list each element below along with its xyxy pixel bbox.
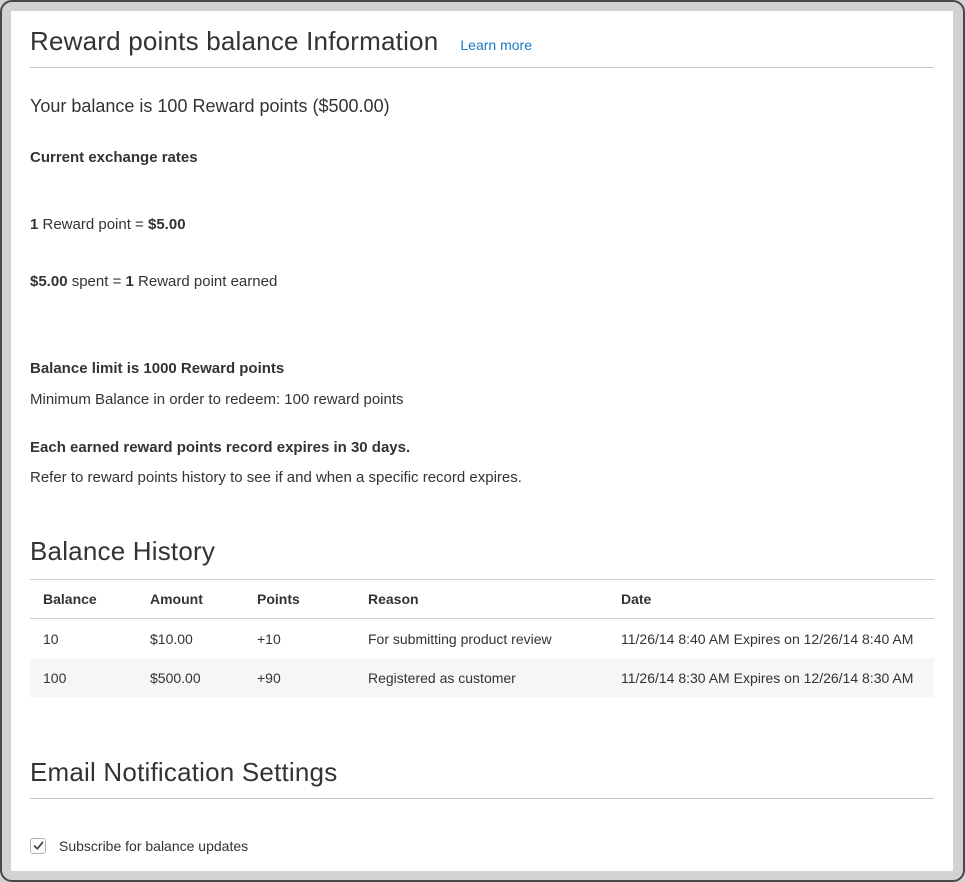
balance-updates-option: Subscribe for balance updates: [30, 838, 934, 854]
earn-rate-line: 1 Reward point = $5.00: [30, 215, 934, 234]
exchange-rates-heading: Current exchange rates: [30, 149, 934, 166]
cell-amount: $500.00: [137, 658, 244, 697]
balance-summary: Your balance is 100 Reward points ($500.…: [30, 96, 934, 117]
column-header-amount: Amount: [137, 580, 244, 619]
balance-history-title: Balance History: [30, 536, 934, 567]
expiration-note-text: Refer to reward points history to see if…: [30, 469, 934, 486]
balance-limit-text: Balance limit is 1000 Reward points: [30, 360, 934, 377]
table-row: 100 $500.00 +90 Registered as customer 1…: [30, 658, 934, 697]
page-header: Reward points balance Information Learn …: [30, 19, 934, 68]
check-icon: [33, 841, 44, 851]
balance-updates-label[interactable]: Subscribe for balance updates: [59, 838, 248, 854]
cell-reason: For submitting product review: [355, 619, 608, 659]
table-header-row: Balance Amount Points Reason Date: [30, 580, 934, 619]
column-header-reason: Reason: [355, 580, 608, 619]
learn-more-link[interactable]: Learn more: [460, 37, 532, 53]
cell-date: 11/26/14 8:30 AM Expires on 12/26/14 8:3…: [608, 658, 934, 697]
balance-updates-checkbox[interactable]: [30, 838, 46, 854]
column-header-date: Date: [608, 580, 934, 619]
cell-date: 11/26/14 8:40 AM Expires on 12/26/14 8:4…: [608, 619, 934, 659]
table-row: 10 $10.00 +10 For submitting product rev…: [30, 619, 934, 659]
column-header-points: Points: [244, 580, 355, 619]
cell-balance: 10: [30, 619, 137, 659]
expiration-text: Each earned reward points record expires…: [30, 439, 934, 456]
cell-points: +10: [244, 619, 355, 659]
cell-reason: Registered as customer: [355, 658, 608, 697]
reward-info-card: Reward points balance Information Learn …: [11, 11, 953, 871]
cell-amount: $10.00: [137, 619, 244, 659]
spend-rate-line: $5.00 spent = 1 Reward point earned: [30, 272, 934, 291]
balance-history-table: Balance Amount Points Reason Date 10 $10…: [30, 579, 934, 697]
cell-balance: 100: [30, 658, 137, 697]
email-settings-title: Email Notification Settings: [30, 757, 934, 799]
column-header-balance: Balance: [30, 580, 137, 619]
cell-points: +90: [244, 658, 355, 697]
page-title: Reward points balance Information: [30, 26, 438, 57]
minimum-redeem-text: Minimum Balance in order to redeem: 100 …: [30, 391, 934, 408]
exchange-rates-lines: 1 Reward point = $5.00 $5.00 spent = 1 R…: [30, 177, 934, 329]
